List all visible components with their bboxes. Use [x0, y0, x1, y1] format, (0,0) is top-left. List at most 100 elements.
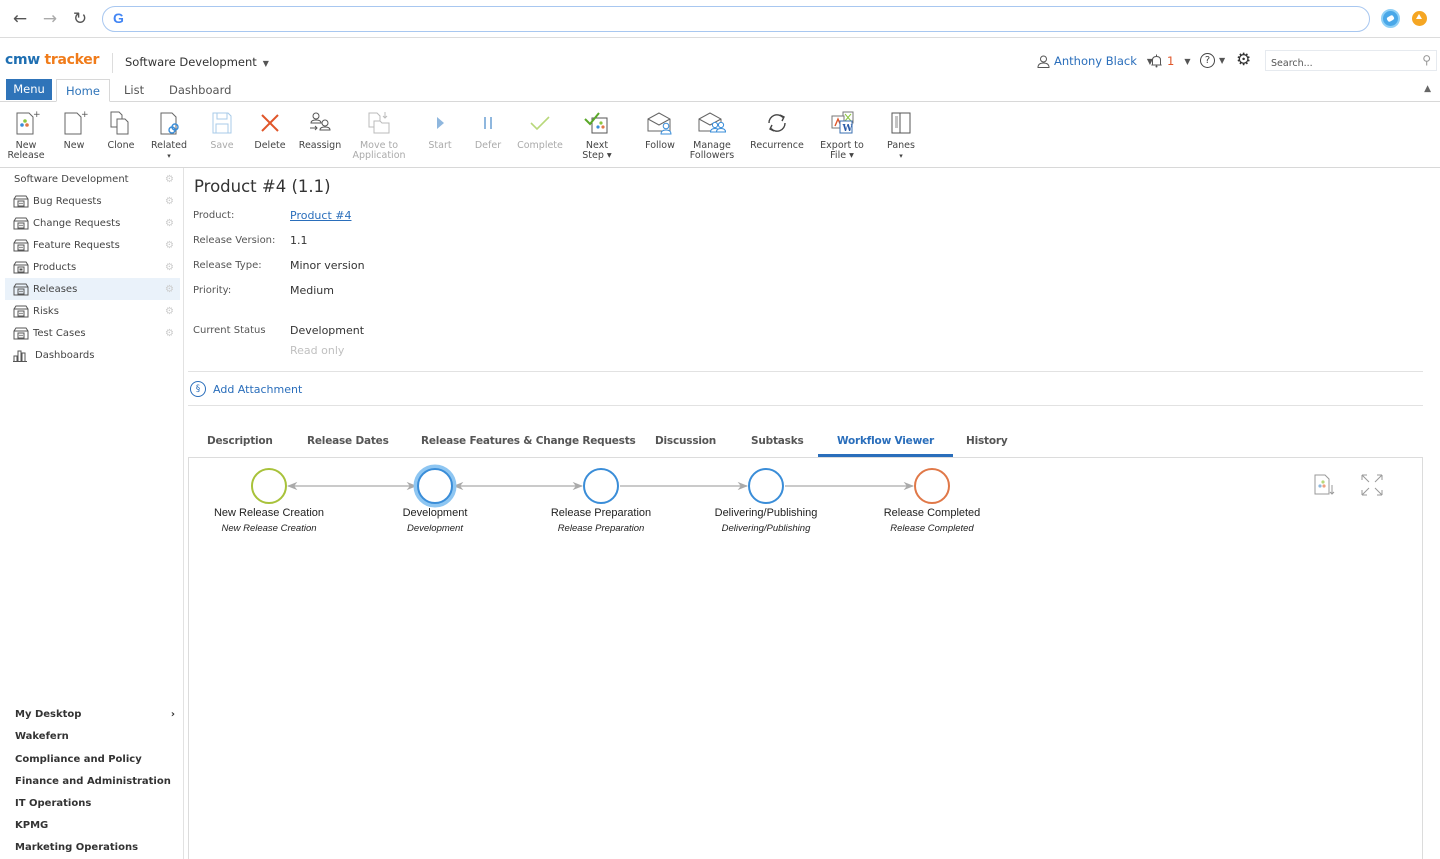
sidebar-workspace-compliance[interactable]: Compliance and Policy	[15, 754, 175, 765]
top-tabs: Menu Home List Dashboard ▲	[0, 79, 1440, 102]
related-button[interactable]: Related ▾	[150, 108, 188, 161]
workflow-step[interactable]: Development Development	[403, 464, 468, 534]
export-diagram-icon[interactable]	[1312, 472, 1338, 502]
search-icon[interactable]: ⚲	[1422, 53, 1431, 67]
product-link[interactable]: Product #4	[290, 209, 351, 222]
new-button[interactable]: + New	[58, 108, 90, 151]
workflow-step-node[interactable]	[583, 468, 619, 504]
app-header: cmw tracker Software Development ▼ Anthon…	[0, 38, 1440, 82]
workflow-step-node[interactable]	[748, 468, 784, 504]
next-step-button[interactable]: Next Step ▾	[578, 108, 616, 161]
defer-button[interactable]: Defer	[471, 108, 505, 151]
export-file-icon: W	[831, 111, 854, 134]
application-folder-icon	[13, 327, 29, 339]
sidebar-item-software-development[interactable]: Software Development ⚙	[5, 168, 180, 190]
sidebar-item-bug-requests[interactable]: Bug Requests ⚙	[5, 190, 180, 212]
complete-button[interactable]: Complete	[515, 108, 565, 151]
workflow-step-node[interactable]	[417, 468, 453, 504]
gear-icon[interactable]: ⚙	[165, 174, 174, 185]
new-release-button[interactable]: + New Release	[6, 108, 46, 161]
manage-followers-button[interactable]: Manage Followers	[688, 108, 736, 161]
tab-description[interactable]: Description	[207, 427, 273, 457]
panes-icon	[891, 112, 911, 134]
workflow-step-name: Development	[403, 507, 468, 519]
gear-icon[interactable]: ⚙	[165, 218, 174, 229]
tab-list[interactable]: List	[124, 79, 144, 102]
sidebar-workspace-it-operations[interactable]: IT Operations	[15, 798, 175, 809]
sidebar-item-test-cases[interactable]: Test Cases ⚙	[5, 322, 180, 344]
gear-icon[interactable]: ⚙	[165, 240, 174, 251]
forward-arrow-icon[interactable]: →	[39, 8, 61, 30]
sidebar-workspace-marketing[interactable]: Marketing Operations	[15, 842, 175, 853]
sidebar-workspace-finance[interactable]: Finance and Administration	[15, 776, 175, 787]
workflow-step[interactable]: Release Preparation Release Preparation	[551, 468, 651, 534]
tab-release-features[interactable]: Release Features & Change Requests	[421, 427, 636, 457]
tab-workflow-viewer[interactable]: Workflow Viewer	[818, 427, 953, 457]
help-icon: ?	[1200, 53, 1215, 68]
workflow-step[interactable]: Delivering/Publishing Delivering/Publishi…	[715, 468, 818, 534]
gear-icon[interactable]: ⚙	[165, 284, 174, 295]
gear-icon[interactable]: ⚙	[165, 262, 174, 273]
tab-subtasks[interactable]: Subtasks	[751, 427, 804, 457]
delete-button[interactable]: Delete	[253, 108, 287, 151]
move-folder-icon	[368, 112, 390, 134]
sidebar-workspace-my-desktop[interactable]: My Desktop ›	[15, 709, 175, 720]
add-attachment-link[interactable]: § Add Attachment	[190, 381, 302, 397]
move-to-application-button[interactable]: Move to Application	[352, 108, 406, 161]
workspace-selector[interactable]: Software Development ▼	[125, 55, 269, 69]
tab-history[interactable]: History	[966, 427, 1008, 457]
user-menu[interactable]: Anthony Black ▼	[1037, 54, 1153, 68]
sidebar-item-releases[interactable]: Releases ⚙	[5, 278, 180, 300]
reassign-users-icon	[310, 112, 331, 131]
sidebar-item-change-requests[interactable]: Change Requests ⚙	[5, 212, 180, 234]
sidebar-item-feature-requests[interactable]: Feature Requests ⚙	[5, 234, 180, 256]
sidebar-workspace-wakefern[interactable]: Wakefern	[15, 731, 175, 742]
menu-button[interactable]: Menu	[6, 79, 52, 100]
start-button[interactable]: Start	[424, 108, 456, 151]
sidebar-item-products[interactable]: Products ⚙	[5, 256, 180, 278]
recurrence-button[interactable]: Recurrence	[749, 108, 805, 151]
export-to-file-button[interactable]: W Export to File ▾	[818, 108, 866, 161]
workflow-step-subtitle: Release Completed	[890, 523, 974, 534]
help-menu[interactable]: ? ▼	[1200, 53, 1225, 68]
reload-icon[interactable]: ↻	[69, 8, 91, 30]
back-arrow-icon[interactable]: ←	[9, 8, 31, 30]
release-type-value: Minor version	[290, 259, 365, 272]
checkmark-icon	[530, 116, 550, 131]
gear-icon[interactable]: ⚙	[165, 328, 174, 339]
sidebar-workspace-kpmg[interactable]: KPMG	[15, 820, 175, 831]
gear-icon[interactable]: ⚙	[165, 196, 174, 207]
gear-icon[interactable]: ⚙	[165, 306, 174, 317]
settings-gear-icon[interactable]: ⚙	[1236, 50, 1251, 70]
tab-discussion[interactable]: Discussion	[655, 427, 716, 457]
workflow-step-node[interactable]	[914, 468, 950, 504]
sidebar-item-risks[interactable]: Risks ⚙	[5, 300, 180, 322]
reassign-button[interactable]: Reassign	[298, 108, 342, 151]
tab-release-dates[interactable]: Release Dates	[307, 427, 389, 457]
dashboard-chart-icon	[13, 350, 27, 362]
address-bar[interactable]: G	[102, 6, 1370, 32]
sidebar-item-dashboards[interactable]: Dashboards	[5, 344, 180, 366]
divider	[188, 405, 1423, 406]
fullscreen-expand-icon[interactable]	[1359, 472, 1385, 502]
panes-button[interactable]: Panes ▾	[884, 108, 918, 161]
application-folder-icon	[13, 239, 29, 251]
record-view: Product #4 (1.1) Product: Product #4 Rel…	[185, 168, 1440, 859]
recurrence-icon	[768, 114, 786, 132]
tab-home[interactable]: Home	[56, 79, 110, 102]
read-only-note: Read only	[290, 344, 345, 357]
extension-icon[interactable]	[1381, 9, 1400, 28]
update-icon[interactable]	[1412, 11, 1427, 26]
app-logo[interactable]: cmw tracker	[5, 52, 99, 68]
workflow-step-node[interactable]	[251, 468, 287, 504]
tab-dashboard[interactable]: Dashboard	[169, 79, 231, 102]
collapse-ribbon-icon[interactable]: ▲	[1424, 84, 1431, 94]
notifications-menu[interactable]: 1 ▼	[1150, 54, 1190, 68]
clone-button[interactable]: Clone	[105, 108, 137, 151]
workflow-step[interactable]: Release Completed Release Completed	[884, 468, 981, 534]
workflow-step[interactable]: New Release Creation New Release Creation	[214, 468, 324, 534]
attachment-icon: §	[190, 381, 206, 397]
follow-button[interactable]: Follow	[642, 108, 678, 151]
save-button[interactable]: Save	[206, 108, 238, 151]
search-input[interactable]	[1266, 54, 1406, 73]
